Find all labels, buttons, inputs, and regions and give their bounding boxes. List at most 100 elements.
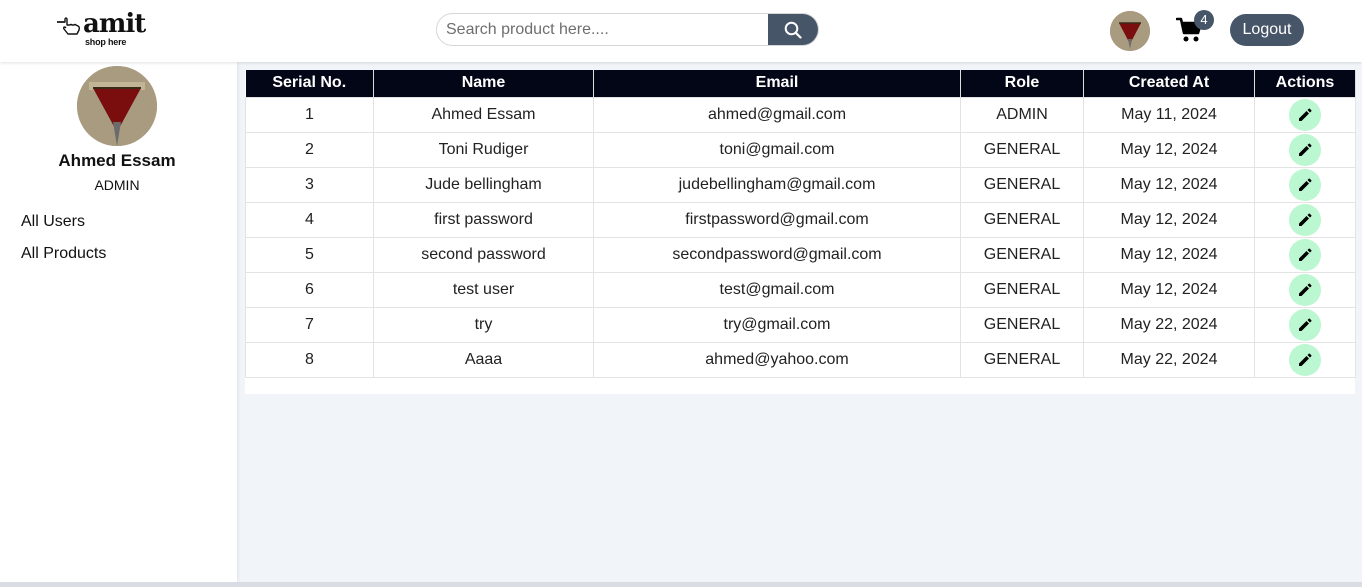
cell-created-at: May 12, 2024 — [1083, 271, 1255, 308]
users-table-body: 1 Ahmed Essam ahmed@gmail.com ADMIN May 11, … — [245, 96, 1356, 378]
cell-name: Toni Rudiger — [373, 131, 594, 168]
logo-tagline: shop here — [85, 37, 127, 47]
pencil-icon — [1299, 107, 1312, 121]
cell-created-at: May 12, 2024 — [1083, 201, 1255, 238]
cell-name: Jude bellingham — [373, 166, 594, 203]
users-table: Serial No. Name Email Role Created At Ac… — [245, 70, 1356, 378]
cell-role: GENERAL — [960, 166, 1084, 203]
cart-count-badge: 4 — [1194, 10, 1214, 30]
cell-created-at: May 12, 2024 — [1083, 166, 1255, 203]
cell-created-at: May 12, 2024 — [1083, 236, 1255, 273]
users-table-panel: Serial No. Name Email Role Created At Ac… — [245, 70, 1356, 394]
logo-wordmark: amit — [83, 9, 146, 39]
column-header-email: Email — [593, 70, 961, 97]
column-header-serial: Serial No. — [245, 70, 374, 97]
edit-user-button[interactable] — [1289, 133, 1321, 166]
table-row: 3 Jude bellingham judebellingham@gmail.com… — [245, 166, 1356, 203]
table-row: 1 Ahmed Essam ahmed@gmail.com ADMIN May 11, … — [245, 96, 1356, 133]
edit-user-button[interactable] — [1289, 168, 1321, 201]
cell-created-at: May 22, 2024 — [1083, 306, 1255, 343]
cell-role: GENERAL — [960, 236, 1084, 273]
edit-user-button[interactable] — [1289, 98, 1321, 131]
cell-created-at: May 22, 2024 — [1083, 341, 1255, 378]
cell-serial: 2 — [245, 131, 374, 168]
cell-serial: 1 — [245, 96, 374, 133]
cell-email: ahmed@gmail.com — [593, 96, 961, 133]
cell-actions — [1254, 341, 1356, 378]
edit-user-button[interactable] — [1289, 273, 1321, 306]
cell-role: GENERAL — [960, 131, 1084, 168]
cell-serial: 5 — [245, 236, 374, 273]
pencil-icon — [1299, 177, 1312, 191]
cell-name: test user — [373, 271, 594, 308]
table-row: 7 try try@gmail.com GENERAL May 22, 2024 — [245, 306, 1356, 343]
cell-actions — [1254, 236, 1356, 273]
cell-serial: 4 — [245, 201, 374, 238]
search-bar — [436, 13, 819, 46]
cell-serial: 3 — [245, 166, 374, 203]
cell-actions — [1254, 166, 1356, 203]
cell-actions — [1254, 306, 1356, 343]
top-header: amit shop here 4 Logout — [0, 0, 1362, 62]
cell-name: second password — [373, 236, 594, 273]
column-header-actions: Actions — [1254, 70, 1356, 97]
logo[interactable]: amit shop here — [56, 9, 156, 51]
search-button[interactable] — [768, 14, 818, 45]
cell-actions — [1254, 96, 1356, 133]
edit-user-button[interactable] — [1289, 238, 1321, 271]
column-header-role: Role — [960, 70, 1084, 97]
cell-email: ahmed@yahoo.com — [593, 341, 961, 378]
edit-user-button[interactable] — [1289, 203, 1321, 236]
cell-email: secondpassword@gmail.com — [593, 236, 961, 273]
cell-serial: 7 — [245, 306, 374, 343]
pencil-icon — [1299, 247, 1312, 261]
sidebar-link-all-users[interactable]: All Users — [21, 213, 85, 231]
avatar-image — [1110, 11, 1150, 51]
cell-serial: 6 — [245, 271, 374, 308]
cell-actions — [1254, 201, 1356, 238]
sidebar: Ahmed Essam ADMIN All Users All Products — [0, 62, 237, 582]
search-icon — [784, 21, 802, 39]
cell-role: GENERAL — [960, 271, 1084, 308]
cell-name: Ahmed Essam — [373, 96, 594, 133]
pencil-icon — [1299, 142, 1312, 156]
table-header-row: Serial No. Name Email Role Created At Ac… — [245, 70, 1356, 97]
pencil-icon — [1299, 212, 1312, 226]
cell-actions — [1254, 131, 1356, 168]
header-avatar[interactable] — [1110, 11, 1150, 51]
edit-user-button[interactable] — [1289, 308, 1321, 341]
pointing-hand-icon — [57, 17, 81, 35]
cell-name: Aaaa — [373, 341, 594, 378]
cell-email: judebellingham@gmail.com — [593, 166, 961, 203]
profile-avatar — [77, 66, 157, 146]
page-bottom-edge — [0, 582, 1362, 587]
pencil-icon — [1299, 352, 1312, 366]
cell-created-at: May 12, 2024 — [1083, 131, 1255, 168]
cell-role: GENERAL — [960, 341, 1084, 378]
table-row: 8 Aaaa ahmed@yahoo.com GENERAL May 22, 2024 — [245, 341, 1356, 378]
avatar-image — [77, 66, 157, 146]
pencil-icon — [1299, 282, 1312, 296]
profile-role: ADMIN — [94, 177, 140, 193]
table-row: 4 first password firstpassword@gmail.com GE… — [245, 201, 1356, 238]
cell-serial: 8 — [245, 341, 374, 378]
table-row: 6 test user test@gmail.com GENERAL May 12, 2… — [245, 271, 1356, 308]
cell-actions — [1254, 271, 1356, 308]
cell-name: first password — [373, 201, 594, 238]
sidebar-link-all-products[interactable]: All Products — [21, 245, 106, 263]
pencil-icon — [1299, 317, 1312, 331]
cell-role: GENERAL — [960, 201, 1084, 238]
table-row: 2 Toni Rudiger toni@gmail.com GENERAL May 12… — [245, 131, 1356, 168]
profile-name: Ahmed Essam — [58, 151, 176, 170]
table-row: 5 second password secondpassword@gmail.com… — [245, 236, 1356, 273]
cell-created-at: May 11, 2024 — [1083, 96, 1255, 133]
cell-email: test@gmail.com — [593, 271, 961, 308]
cell-email: firstpassword@gmail.com — [593, 201, 961, 238]
search-input[interactable] — [437, 14, 770, 45]
cell-email: toni@gmail.com — [593, 131, 961, 168]
logout-button[interactable]: Logout — [1230, 14, 1304, 46]
cell-name: try — [373, 306, 594, 343]
edit-user-button[interactable] — [1289, 343, 1321, 376]
cell-role: ADMIN — [960, 96, 1084, 133]
cell-email: try@gmail.com — [593, 306, 961, 343]
